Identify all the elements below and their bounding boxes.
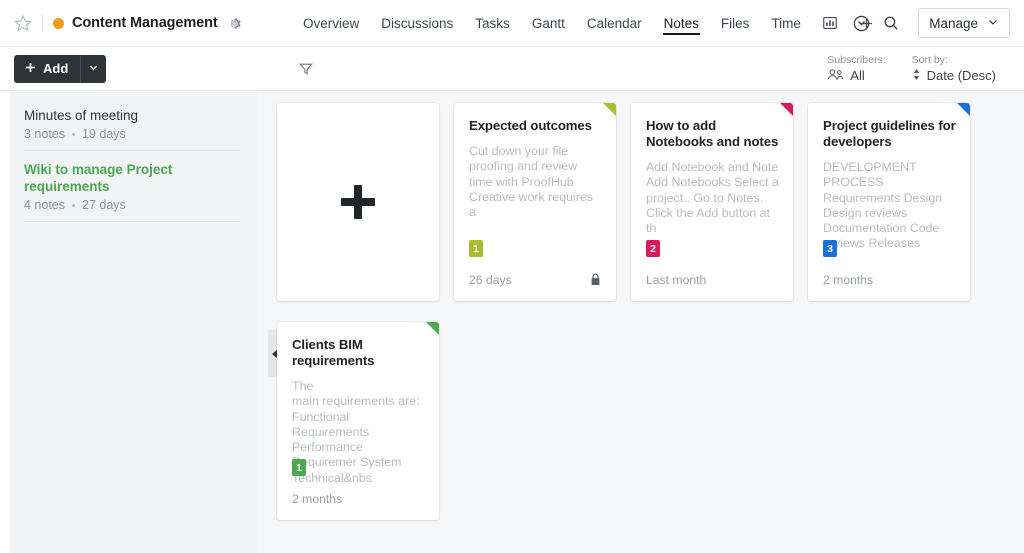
note-card-excerpt: DEVELOPMENT PROCESS Requirements Design … bbox=[823, 160, 943, 251]
add-tab-icon[interactable] bbox=[848, 0, 885, 46]
note-count-badge: 1 bbox=[292, 459, 306, 476]
note-count-badge: 1 bbox=[469, 240, 483, 257]
notebook-notes-count: 3 notes bbox=[24, 127, 66, 141]
tab-calendar[interactable]: Calendar bbox=[576, 0, 653, 46]
note-card-excerpt: Cut down your file proofing and review t… bbox=[469, 144, 593, 220]
notebook-age: 27 days bbox=[82, 198, 126, 212]
tab-overview[interactable]: Overview bbox=[292, 0, 370, 46]
notebooks-sidebar: Minutes of meeting 3 notes 19 days Wiki … bbox=[10, 91, 257, 553]
sort-updown-icon bbox=[912, 68, 921, 84]
notebook-meta: 4 notes 27 days bbox=[24, 198, 240, 212]
notebook-meta: 3 notes 19 days bbox=[24, 127, 240, 141]
add-button[interactable]: Add bbox=[14, 54, 81, 83]
note-card-project-guidelines-for-developers[interactable]: Project guidelines for developers DEVELO… bbox=[808, 103, 970, 301]
note-card-title: Expected outcomes bbox=[469, 118, 592, 133]
notebook-title: Wiki to manage Project requirements bbox=[24, 162, 173, 194]
app-header: Content Management Overview Discussions … bbox=[0, 0, 1024, 47]
note-card-title: Clients BIM requirements bbox=[292, 337, 375, 368]
notebook-title: Minutes of meeting bbox=[24, 108, 139, 123]
notebook-item-wiki-to-manage-project-requirements[interactable]: Wiki to manage Project requirements 4 no… bbox=[24, 161, 240, 221]
tab-files[interactable]: Files bbox=[710, 0, 761, 46]
note-card-title: Project guidelines for developers bbox=[823, 118, 956, 149]
note-card-title: How to add Notebooks and notes bbox=[646, 118, 779, 149]
plus-icon bbox=[341, 185, 375, 219]
note-card-excerpt: Add Notebook and Note Add Notebooks Sele… bbox=[646, 160, 779, 236]
note-card-footer: Last month bbox=[646, 273, 779, 287]
note-card-footer: 26 days bbox=[469, 272, 602, 287]
notes-grid-row-1: Expected outcomes Cut down your file pro… bbox=[277, 103, 1024, 301]
tab-gantt[interactable]: Gantt bbox=[521, 0, 576, 46]
add-dropdown-caret[interactable] bbox=[80, 54, 107, 83]
note-card-excerpt: The main requirements are: Functional Re… bbox=[292, 379, 420, 485]
notebook-divider bbox=[24, 150, 240, 151]
add-button-group: Add bbox=[14, 54, 107, 83]
meta-dot-separator bbox=[72, 132, 76, 136]
project-tabs: Overview Discussions Tasks Gantt Calenda… bbox=[292, 0, 885, 46]
subscribers-label: Subscribers: bbox=[827, 53, 886, 66]
page-title: Content Management bbox=[72, 15, 218, 31]
notebook-notes-count: 4 notes bbox=[24, 198, 66, 212]
left-edge-strip bbox=[0, 91, 10, 553]
tab-time[interactable]: Time bbox=[760, 0, 812, 46]
note-card-footer: 2 months bbox=[292, 492, 425, 506]
subscribers-value[interactable]: All bbox=[827, 68, 885, 84]
subscribers-value-text: All bbox=[850, 68, 865, 83]
notes-toolbar: Add Subscribers: All Sort by: Date (Desc… bbox=[0, 47, 1024, 91]
header-divider bbox=[42, 13, 43, 33]
note-card-clients-bim-requirements[interactable]: Clients BIM requirements The main requir… bbox=[277, 322, 439, 520]
manage-button-label: Manage bbox=[929, 15, 978, 31]
note-count-badge: 2 bbox=[646, 240, 660, 257]
notes-grid-row-2: Clients BIM requirements The main requir… bbox=[268, 322, 1024, 520]
toolbar-right: Subscribers: All Sort by: Date (Desc) bbox=[827, 54, 1010, 84]
add-button-label: Add bbox=[43, 61, 69, 76]
notebook-item-minutes-of-meeting[interactable]: Minutes of meeting 3 notes 19 days bbox=[24, 107, 240, 150]
note-card-footer: 2 months bbox=[823, 273, 956, 287]
sort-block: Sort by: Date (Desc) bbox=[912, 54, 996, 84]
manage-button[interactable]: Manage bbox=[918, 8, 1010, 38]
add-note-card[interactable] bbox=[277, 103, 439, 301]
note-count-badge: 3 bbox=[823, 240, 837, 257]
sort-label: Sort by: bbox=[911, 53, 948, 66]
note-card-how-to-add-notebooks-and-notes[interactable]: How to add Notebooks and notes Add Noteb… bbox=[631, 103, 793, 301]
subscribers-block: Subscribers: All bbox=[827, 54, 885, 84]
tab-notes[interactable]: Notes bbox=[653, 0, 710, 46]
favorite-star-icon[interactable] bbox=[14, 14, 32, 32]
tab-discussions[interactable]: Discussions bbox=[370, 0, 464, 46]
sort-value-text: Date (Desc) bbox=[926, 68, 996, 83]
note-card-age: Last month bbox=[646, 273, 707, 287]
tab-tasks[interactable]: Tasks bbox=[464, 0, 521, 46]
project-status-dot bbox=[53, 17, 64, 29]
notebook-age: 19 days bbox=[82, 127, 126, 141]
notebook-divider bbox=[24, 221, 240, 222]
note-card-age: 2 months bbox=[292, 492, 343, 506]
chevron-down-icon bbox=[987, 16, 999, 31]
meta-dot-separator bbox=[72, 203, 76, 207]
bar-chart-icon[interactable] bbox=[812, 0, 848, 46]
notes-body: Minutes of meeting 3 notes 19 days Wiki … bbox=[0, 91, 1024, 553]
note-card-age: 2 months bbox=[823, 273, 874, 287]
plus-icon bbox=[24, 61, 37, 77]
filter-funnel-icon[interactable] bbox=[298, 61, 314, 77]
people-icon bbox=[827, 68, 844, 84]
notes-grid-area: Expected outcomes Cut down your file pro… bbox=[257, 91, 1024, 553]
note-card-expected-outcomes[interactable]: Expected outcomes Cut down your file pro… bbox=[454, 103, 616, 301]
sort-value[interactable]: Date (Desc) bbox=[912, 68, 996, 84]
note-card-age: 26 days bbox=[469, 272, 512, 287]
gear-icon[interactable] bbox=[227, 16, 242, 31]
lock-icon bbox=[589, 272, 602, 287]
chevron-down-icon bbox=[88, 60, 99, 78]
